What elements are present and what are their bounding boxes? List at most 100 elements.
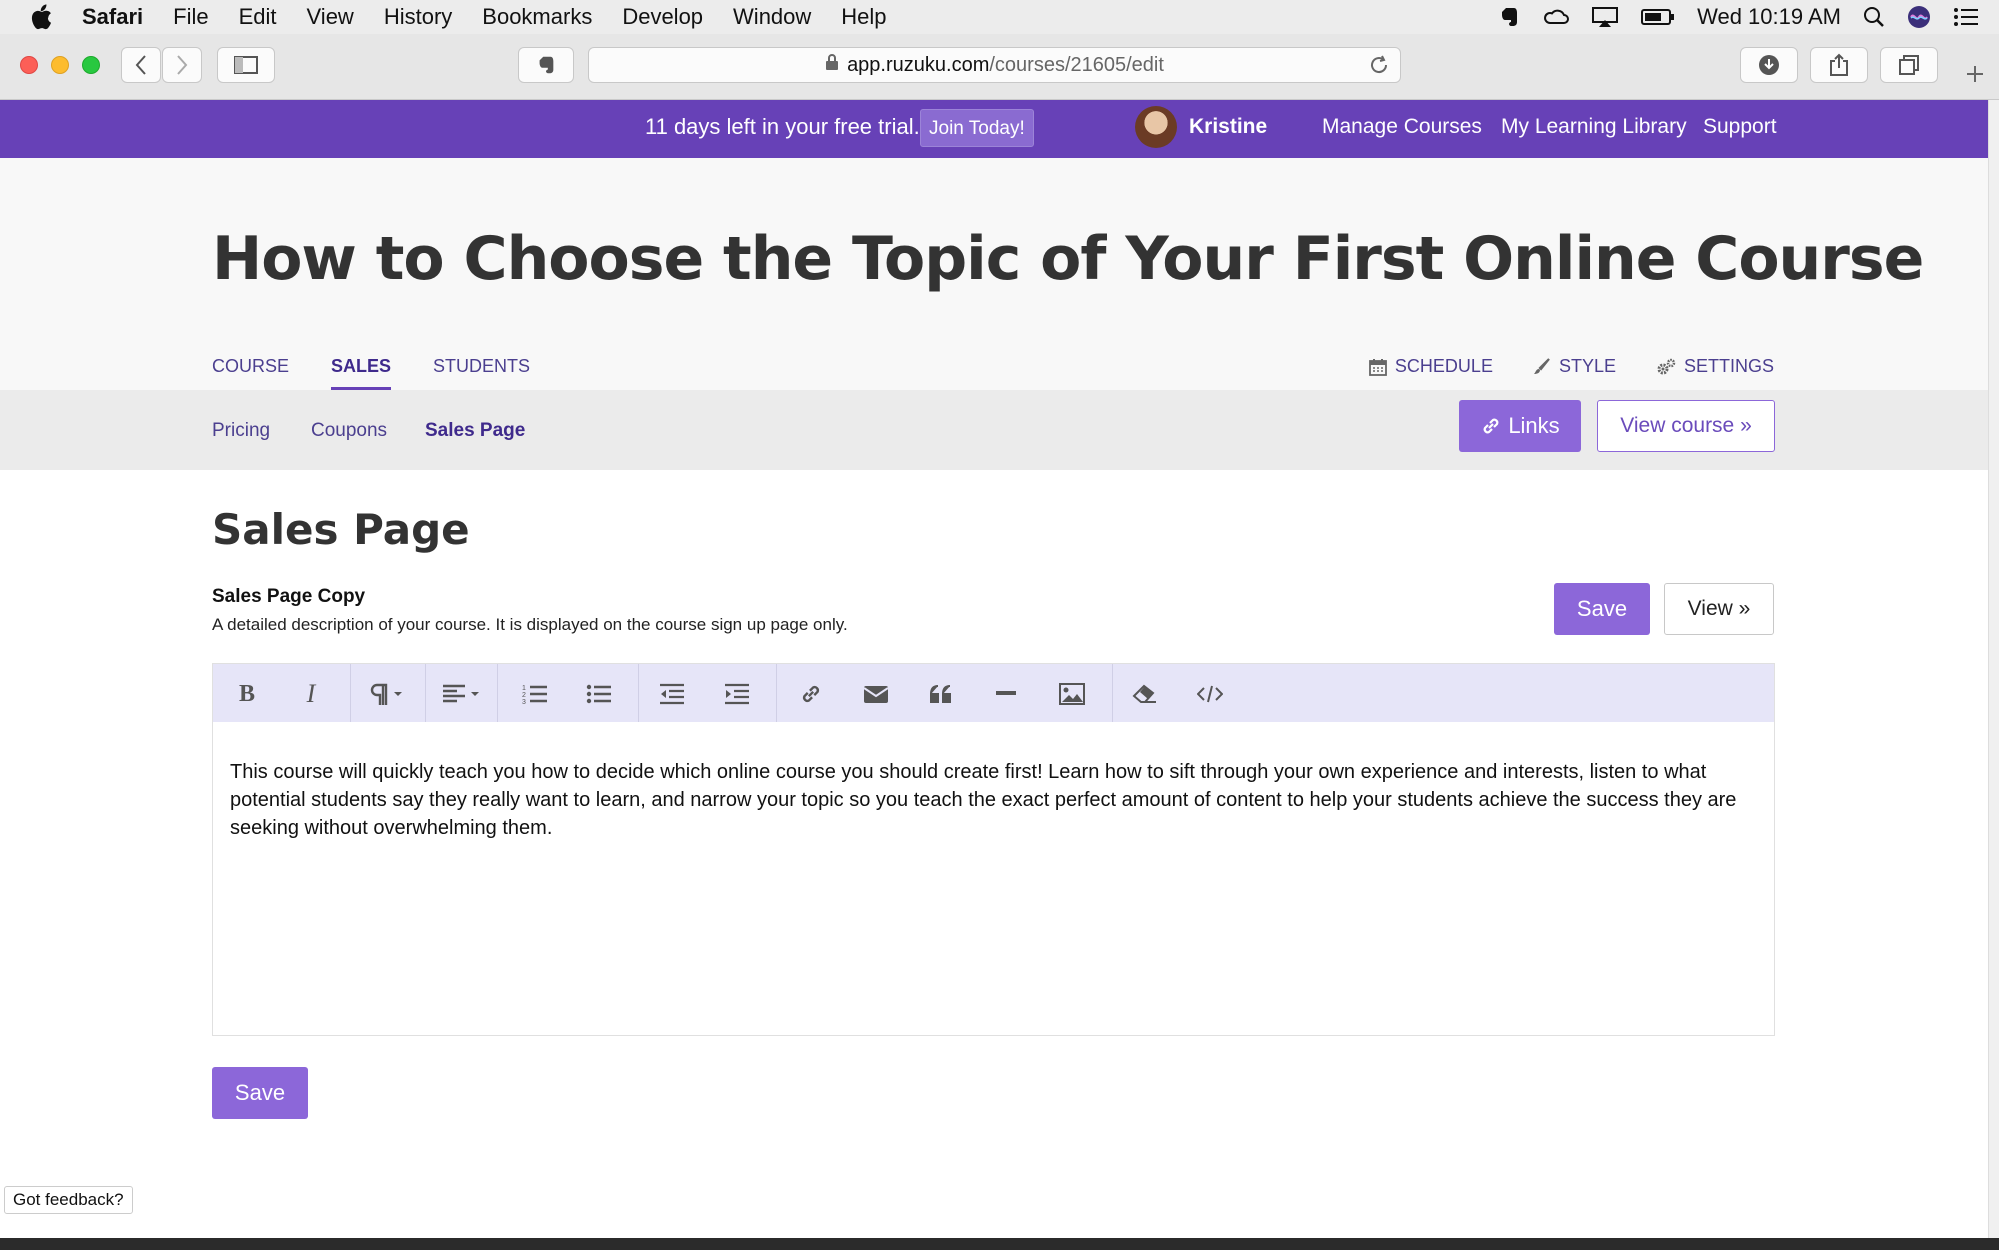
user-menu[interactable]: Kristine [1189,115,1267,139]
url-host: app.ruzuku.com [847,53,990,76]
style-label: STYLE [1558,356,1616,376]
apple-menu-icon[interactable] [30,4,60,30]
lock-icon [825,53,839,77]
save-button-top[interactable]: Save [1554,583,1650,635]
join-today-button[interactable]: Join Today! [920,109,1034,147]
sidebar-icon [234,56,258,74]
paragraph-format-icon[interactable] [363,678,413,710]
menu-develop[interactable]: Develop [622,4,703,30]
downloads-button[interactable] [1740,47,1798,83]
close-window-button[interactable] [20,56,38,74]
insert-link-icon[interactable] [795,678,827,710]
new-tab-button[interactable] [1955,58,1995,90]
minimize-window-button[interactable] [51,56,69,74]
toolbar-divider [350,664,351,722]
menu-history[interactable]: History [384,4,452,30]
clear-formatting-eraser-icon[interactable] [1129,678,1161,710]
subnav-sales-page[interactable]: Sales Page [425,420,525,442]
menu-view[interactable]: View [307,4,354,30]
nav-support[interactable]: Support [1703,115,1777,139]
field-label: Sales Page Copy [212,586,366,607]
plus-icon [1967,66,1983,82]
ordered-list-icon[interactable]: 123 [519,678,551,710]
blockquote-icon[interactable] [925,678,957,710]
settings-label: SETTINGS [1683,356,1774,376]
toolbar-divider [425,664,426,722]
settings-link[interactable]: SETTINGS [1656,356,1774,377]
back-button[interactable] [121,47,161,83]
bold-icon[interactable]: B [231,678,263,710]
tab-students[interactable]: STUDENTS [433,356,530,390]
schedule-link[interactable]: SCHEDULE [1369,356,1493,377]
tab-overview-button[interactable] [1880,47,1938,83]
reload-icon[interactable] [1368,54,1390,82]
toolbar-divider [1112,664,1113,722]
tab-course[interactable]: COURSE [212,356,289,390]
source-code-icon[interactable] [1194,678,1226,710]
spotlight-search-icon[interactable] [1863,6,1885,28]
feedback-button[interactable]: Got feedback? [4,1186,133,1214]
page-title: How to Choose the Topic of Your First On… [212,224,1924,294]
sidebar-toggle-button[interactable] [217,47,275,83]
outdent-icon[interactable] [656,678,688,710]
rich-text-editor: B I 123 This course will quickly teach y… [212,663,1775,1036]
view-course-button[interactable]: View course » [1597,400,1775,452]
share-button[interactable] [1810,47,1868,83]
menu-bookmarks[interactable]: Bookmarks [482,4,592,30]
evernote-extension-button[interactable] [518,47,574,83]
toolbar-divider [776,664,777,722]
nav-manage-courses[interactable]: Manage Courses [1322,115,1482,139]
bullet-list-icon[interactable] [583,678,615,710]
siri-icon[interactable] [1907,5,1931,29]
menu-help[interactable]: Help [841,4,886,30]
forward-button[interactable] [162,47,202,83]
course-tools: SCHEDULE STYLE SETTINGS [1369,356,1774,377]
style-link[interactable]: STYLE [1533,356,1616,377]
editor-content[interactable]: This course will quickly teach you how t… [213,722,1774,842]
tabs-icon [1899,55,1919,75]
avatar[interactable] [1135,106,1177,148]
links-button[interactable]: Links [1459,400,1581,452]
view-button[interactable]: View » [1664,583,1774,635]
fullscreen-window-button[interactable] [82,56,100,74]
align-icon[interactable] [438,678,488,710]
svg-text:3: 3 [522,699,526,705]
sales-subnav: Pricing Coupons Sales Page Links View co… [0,390,1988,470]
menu-app-name[interactable]: Safari [82,4,143,30]
chevron-left-icon [135,55,146,75]
indent-icon[interactable] [721,678,753,710]
links-label: Links [1508,413,1560,438]
menubar-clock[interactable]: Wed 10:19 AM [1697,4,1841,30]
page-scrollbar[interactable] [1988,100,1999,1238]
course-header: How to Choose the Topic of Your First On… [0,158,1988,390]
subnav-pricing[interactable]: Pricing [212,420,270,442]
battery-icon[interactable] [1641,8,1675,26]
field-help-text: A detailed description of your course. I… [212,615,848,634]
schedule-label: SCHEDULE [1394,356,1493,376]
toolbar-divider [638,664,639,722]
tab-sales[interactable]: SALES [331,356,392,390]
save-button-bottom[interactable]: Save [212,1067,308,1119]
editor-toolbar: B I 123 [213,664,1774,722]
airplay-icon[interactable] [1591,6,1619,28]
address-bar[interactable]: app.ruzuku.com/courses/21605/edit [588,47,1401,83]
menu-window[interactable]: Window [733,4,811,30]
desktop-background-strip [0,1238,1999,1250]
chevron-right-icon [177,55,188,75]
section-title: Sales Page [212,505,470,554]
insert-image-icon[interactable] [1056,678,1088,710]
menu-edit[interactable]: Edit [239,4,277,30]
nav-my-learning-library[interactable]: My Learning Library [1501,115,1687,139]
creative-cloud-icon[interactable] [1543,7,1570,27]
italic-icon[interactable]: I [295,678,327,710]
notification-center-icon[interactable] [1953,7,1979,27]
menu-file[interactable]: File [173,4,208,30]
horizontal-rule-icon[interactable] [990,678,1022,710]
evernote-extension-icon [539,56,554,74]
insert-email-icon[interactable] [860,678,892,710]
svg-text:2: 2 [522,692,526,699]
menubar-status-area: Wed 10:19 AM [1497,0,1979,34]
evernote-icon[interactable] [1497,5,1521,29]
subnav-coupons[interactable]: Coupons [311,420,387,442]
course-tabs: COURSE SALES STUDENTS [212,356,530,390]
